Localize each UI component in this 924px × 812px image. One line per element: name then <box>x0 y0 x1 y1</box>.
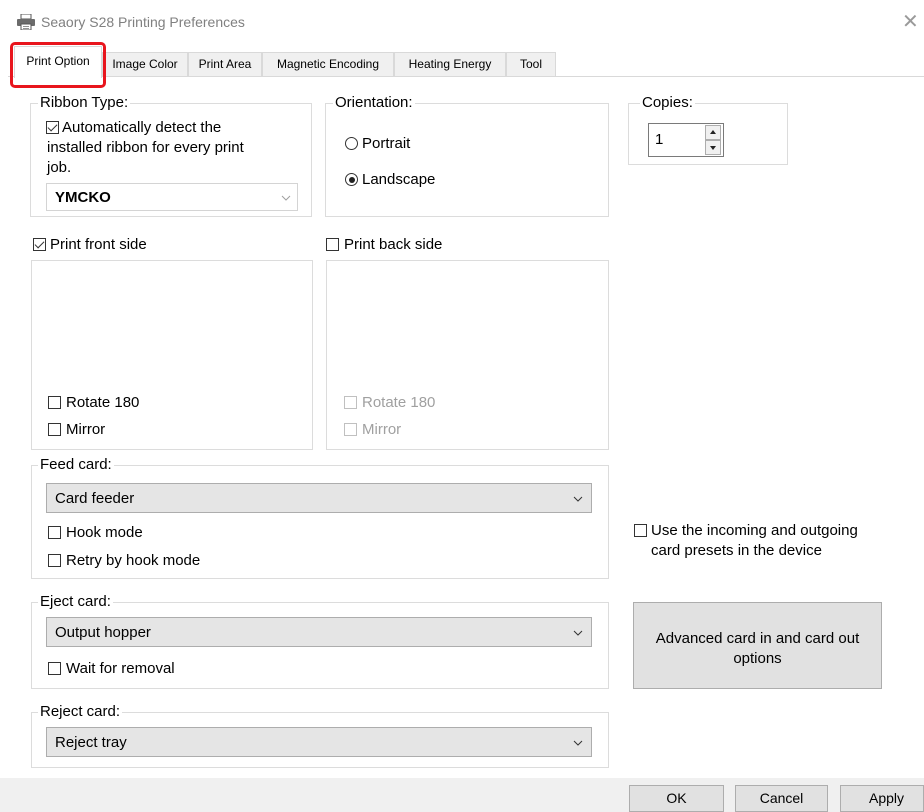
hook-mode-checkbox[interactable] <box>48 526 61 539</box>
feed-card-legend: Feed card: <box>38 456 114 473</box>
tab-label: Tool <box>519 57 542 71</box>
ribbon-type-legend: Ribbon Type: <box>38 94 131 111</box>
use-presets-checkbox[interactable] <box>634 524 647 537</box>
advanced-card-options-button[interactable]: Advanced card in and card out options <box>633 602 882 689</box>
print-back-checkbox[interactable] <box>326 238 339 251</box>
chevron-down-icon <box>573 496 583 502</box>
apply-label: Apply <box>869 790 905 806</box>
eject-card-select[interactable]: Output hopper <box>46 617 592 647</box>
print-back-label: Print back side <box>344 236 443 253</box>
printer-icon <box>17 14 35 30</box>
orientation-legend: Orientation: <box>333 94 415 111</box>
reject-card-legend: Reject card: <box>38 703 123 720</box>
reject-card-value: Reject tray <box>55 734 127 751</box>
arrow-down-icon <box>710 146 716 150</box>
front-rotate-label: Rotate 180 <box>66 394 140 411</box>
front-mirror-checkbox[interactable] <box>48 423 61 436</box>
wait-for-removal-label: Wait for removal <box>66 660 175 677</box>
portrait-radio[interactable] <box>345 137 358 150</box>
tab-label: Image Color <box>112 57 178 71</box>
tab-label: Magnetic Encoding <box>276 57 380 71</box>
arrow-up-icon <box>710 130 716 134</box>
cancel-label: Cancel <box>759 790 804 806</box>
reject-card-select[interactable]: Reject tray <box>46 727 592 757</box>
cancel-button[interactable]: Cancel <box>735 785 828 812</box>
auto-detect-label-line3: job. <box>47 159 72 176</box>
front-mirror-label: Mirror <box>66 421 106 438</box>
advanced-button-line1: Advanced card in and card out <box>655 630 860 647</box>
copies-increment-button[interactable] <box>705 125 721 140</box>
eject-card-legend: Eject card: <box>38 593 113 610</box>
tab-label: Heating Energy <box>408 57 492 71</box>
feed-card-value: Card feeder <box>55 490 135 507</box>
chevron-down-icon <box>281 195 291 201</box>
feed-card-select[interactable]: Card feeder <box>46 483 592 513</box>
title-bar: Seaory S28 Printing Preferences ✕ <box>0 0 924 44</box>
tab-heating-energy[interactable]: Heating Energy <box>394 52 506 76</box>
ok-label: OK <box>666 790 687 806</box>
tab-strip-border <box>8 76 924 77</box>
ribbon-type-select[interactable]: YMCKO <box>46 183 298 211</box>
auto-detect-label-line2: installed ribbon for every print <box>47 139 244 156</box>
eject-card-value: Output hopper <box>55 624 151 641</box>
back-mirror-checkbox <box>344 423 357 436</box>
auto-detect-ribbon-checkbox[interactable] <box>46 121 59 134</box>
copies-decrement-button[interactable] <box>705 140 721 155</box>
close-icon[interactable]: ✕ <box>902 9 919 33</box>
use-presets-label-line1: Use the incoming and outgoing <box>651 522 858 539</box>
tab-tool[interactable]: Tool <box>506 52 556 76</box>
copies-stepper[interactable]: 1 <box>648 123 724 157</box>
tab-print-area[interactable]: Print Area <box>188 52 262 76</box>
back-mirror-label: Mirror <box>362 421 402 438</box>
hook-mode-label: Hook mode <box>66 524 143 541</box>
tab-magnetic-encoding[interactable]: Magnetic Encoding <box>262 52 394 76</box>
apply-button[interactable]: Apply <box>840 785 924 812</box>
tab-image-color[interactable]: Image Color <box>102 52 188 76</box>
copies-value: 1 <box>655 131 664 148</box>
retry-hook-label: Retry by hook mode <box>66 552 201 569</box>
back-rotate-label: Rotate 180 <box>362 394 436 411</box>
wait-for-removal-checkbox[interactable] <box>48 662 61 675</box>
orientation-group <box>325 103 609 217</box>
chevron-down-icon <box>573 630 583 636</box>
auto-detect-label-line1: Automatically detect the <box>62 119 222 136</box>
tab-highlight-annotation <box>10 42 106 88</box>
tab-label: Print Area <box>198 57 252 71</box>
ribbon-type-value: YMCKO <box>55 189 111 206</box>
window-title: Seaory S28 Printing Preferences <box>41 14 245 30</box>
copies-legend: Copies: <box>640 94 695 111</box>
print-front-label: Print front side <box>50 236 147 253</box>
landscape-radio[interactable] <box>345 173 358 186</box>
ok-button[interactable]: OK <box>629 785 724 812</box>
front-rotate-checkbox[interactable] <box>48 396 61 409</box>
use-presets-label-line2: card presets in the device <box>651 542 822 559</box>
back-rotate-checkbox <box>344 396 357 409</box>
advanced-button-line2: options <box>733 650 782 667</box>
chevron-down-icon <box>573 740 583 746</box>
landscape-label: Landscape <box>362 171 436 188</box>
retry-hook-checkbox[interactable] <box>48 554 61 567</box>
portrait-label: Portrait <box>362 135 411 152</box>
print-front-checkbox[interactable] <box>33 238 46 251</box>
